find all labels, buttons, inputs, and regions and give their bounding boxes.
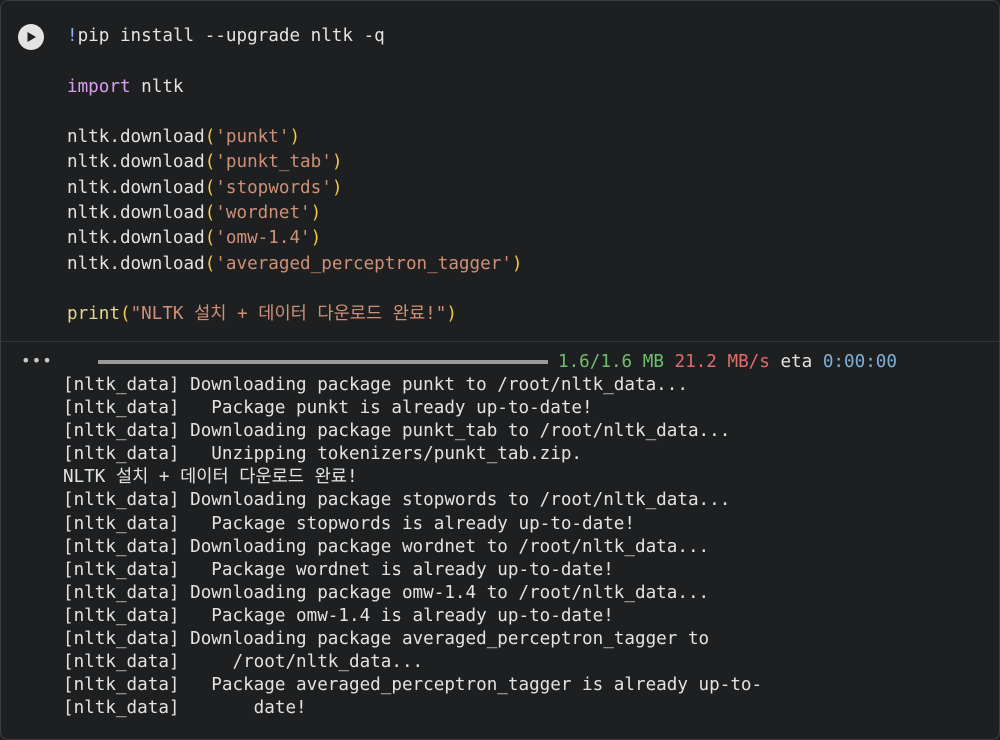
output-line: [nltk_data] Downloading package omw-1.4 …: [63, 582, 710, 603]
code-token: 'wordnet': [215, 203, 311, 224]
code-token: ): [446, 304, 457, 325]
code-token: 'omw-1.4': [215, 228, 311, 249]
run-cell-button[interactable]: [18, 24, 44, 50]
code-token: ): [331, 177, 343, 198]
code-token: pip install --upgrade nltk -q: [77, 26, 385, 46]
code-line: nltk.download('punkt'): [67, 125, 979, 150]
progress-bar: [98, 360, 548, 364]
output-line: [nltk_data] Unzipping tokenizers/punkt_t…: [63, 444, 583, 465]
progress-rate: 21.2 MB/s: [674, 352, 770, 372]
code-line: import nltk: [67, 75, 979, 100]
code-token: "NLTK 설치 + 데이터 다운로드 완료!": [130, 304, 447, 325]
code-line: !pip install --upgrade nltk -q: [67, 24, 979, 49]
code-line: print("NLTK 설치 + 데이터 다운로드 완료!"): [67, 302, 979, 327]
output-line: [nltk_data] Package omw-1.4 is already u…: [63, 605, 614, 626]
output-line: [nltk_data] Package wordnet is already u…: [63, 559, 614, 580]
code-token: import: [67, 76, 131, 97]
code-token: 'stopwords': [215, 177, 332, 198]
output-line: [nltk_data] Downloading package wordnet …: [63, 536, 710, 557]
code-token: nltk.download: [67, 253, 205, 274]
code-line: nltk.download('omw-1.4'): [67, 226, 979, 251]
output-line: [nltk_data] date!: [63, 698, 307, 719]
code-token: (: [204, 177, 216, 198]
code-token: nltk: [130, 76, 184, 97]
code-token: 'averaged_perceptron_tagger': [215, 253, 512, 274]
play-icon: [27, 32, 36, 42]
code-editor[interactable]: !pip install --upgrade nltk -q import nlt…: [67, 24, 979, 328]
code-line: nltk.download('wordnet'): [67, 201, 979, 226]
code-token: (: [204, 253, 216, 274]
output-line: [nltk_data] Downloading package punkt to…: [63, 375, 688, 395]
code-token: !: [67, 26, 78, 46]
code-token: (: [204, 203, 216, 224]
code-token: nltk.download: [67, 127, 205, 148]
progress-size: 1.6/1.6 MB: [558, 352, 664, 372]
code-line: nltk.download('averaged_perceptron_tagge…: [67, 252, 979, 277]
output-line: [nltk_data] Downloading package punkt_ta…: [63, 421, 731, 442]
code-token: (: [204, 152, 216, 173]
code-token: print: [67, 304, 120, 325]
code-token: (: [204, 228, 216, 249]
code-line: nltk.download('stopwords'): [67, 176, 979, 201]
code-token: nltk.download: [67, 228, 205, 249]
output-divider: [1, 341, 999, 342]
output-line: [nltk_data] Package punkt is already up-…: [63, 398, 593, 419]
output-menu-icon[interactable]: •••: [21, 351, 53, 370]
code-token: 'punkt_tab': [215, 152, 332, 173]
output-line: [nltk_data] /root/nltk_data...: [63, 652, 424, 673]
code-token: ): [289, 127, 301, 148]
progress-eta-label: eta: [780, 352, 813, 372]
progress-row: 1.6/1.6 MB 21.2 MB/s eta 0:00:00: [98, 351, 897, 373]
progress-eta: 0:00:00: [822, 352, 897, 372]
code-token: (: [204, 127, 216, 148]
code-token: ): [310, 228, 322, 249]
cell-output: [nltk_data] Downloading package punkt to…: [63, 374, 989, 720]
output-line: [nltk_data] Package stopwords is already…: [63, 513, 635, 534]
output-line: [nltk_data] Package averaged_perceptron_…: [63, 675, 763, 696]
code-token: (: [119, 304, 131, 325]
code-token: 'punkt': [215, 127, 290, 148]
code-token: ): [511, 253, 523, 274]
code-line: nltk.download('punkt_tab'): [67, 150, 979, 175]
notebook-cell: !pip install --upgrade nltk -q import nlt…: [0, 0, 1000, 740]
code-token: nltk.download: [67, 152, 205, 173]
output-line: [nltk_data] Downloading package averaged…: [63, 629, 710, 650]
output-line: NLTK 설치 + 데이터 다운로드 완료!: [63, 467, 358, 488]
code-token: nltk.download: [67, 177, 205, 198]
code-token: ): [331, 152, 343, 173]
code-token: ): [310, 203, 322, 224]
output-line: [nltk_data] Downloading package stopword…: [63, 490, 731, 511]
code-token: nltk.download: [67, 203, 205, 224]
